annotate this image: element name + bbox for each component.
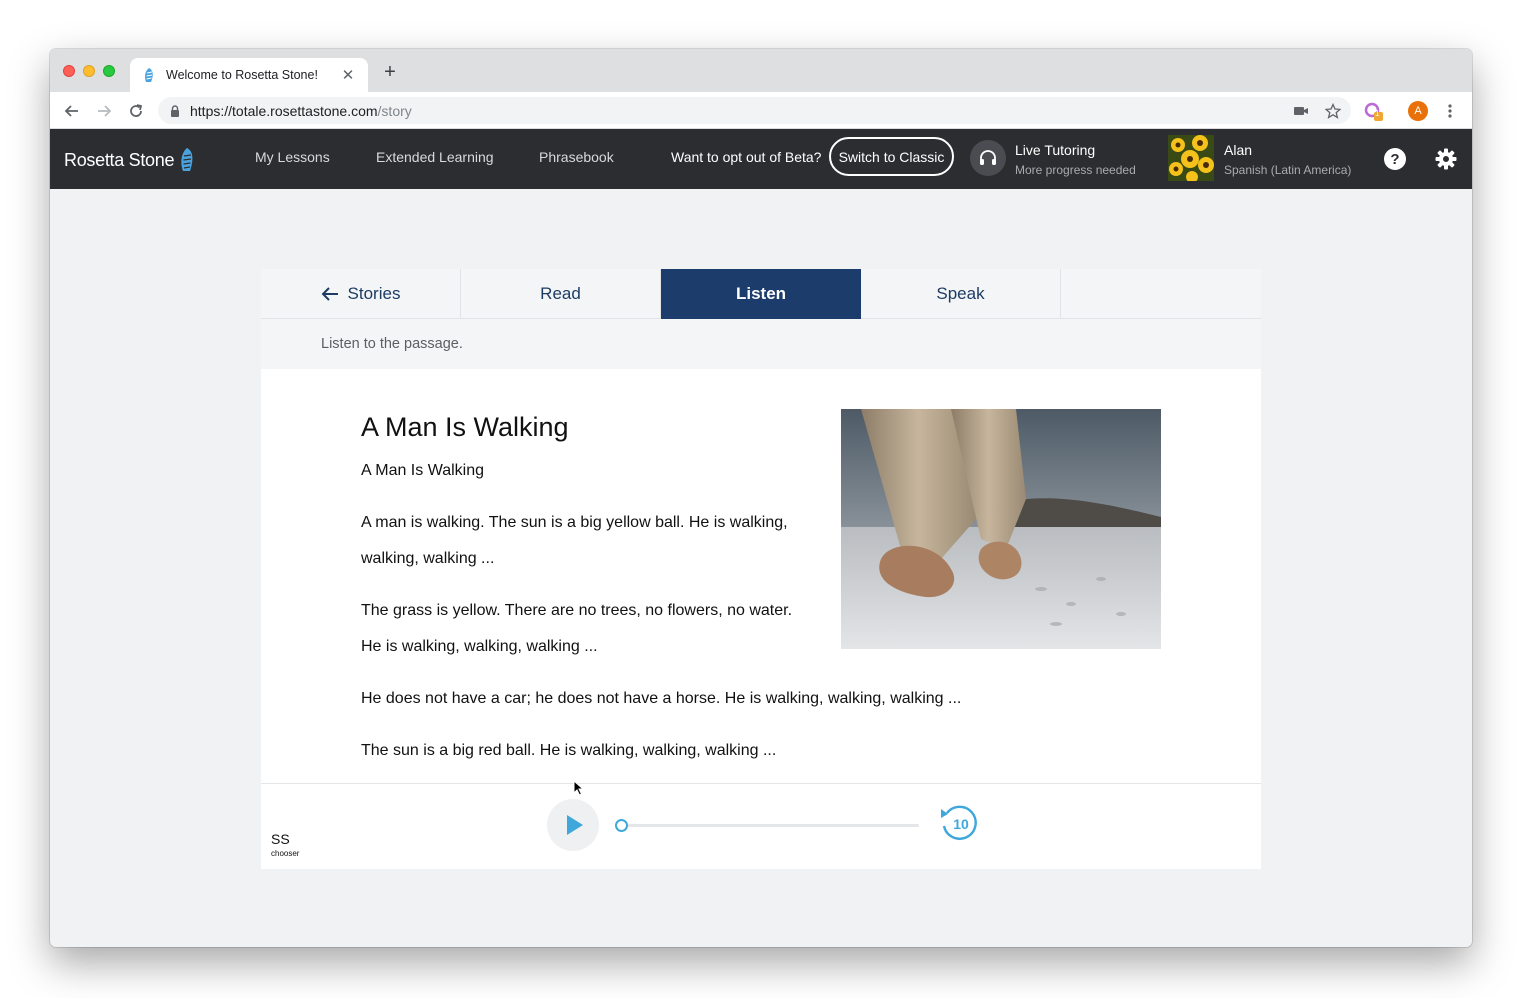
replay-10-button[interactable]: 10 — [938, 805, 978, 845]
browser-tab[interactable]: Welcome to Rosetta Stone! ✕ — [130, 58, 368, 92]
audio-player: SS chooser 10 — [261, 784, 1261, 869]
beta-opt-out-text: Want to opt out of Beta? — [671, 149, 822, 165]
instruction-text: Listen to the passage. — [321, 336, 463, 352]
user-avatar[interactable] — [1168, 135, 1214, 181]
ss-chooser-label[interactable]: SS — [271, 831, 290, 847]
audio-progress-knob[interactable] — [615, 819, 628, 832]
play-button[interactable] — [547, 799, 599, 851]
forward-icon[interactable] — [92, 99, 116, 123]
live-tutoring-label[interactable]: Live Tutoring — [1015, 142, 1095, 158]
browser-toolbar: https://totale.rosettastone.com/story 1 … — [50, 92, 1472, 129]
story-paragraph: The sun is a big red ball. He is walking… — [361, 742, 777, 759]
reload-icon[interactable] — [124, 99, 148, 123]
tab-listen[interactable]: Listen — [661, 269, 861, 319]
tab-stories[interactable]: Stories — [261, 269, 461, 319]
bookmark-star-icon[interactable] — [1321, 99, 1345, 123]
user-name: Alan — [1224, 142, 1253, 158]
browser-tab-strip: Welcome to Rosetta Stone! ✕ + — [50, 49, 1472, 92]
nav-my-lessons[interactable]: My Lessons — [255, 149, 330, 165]
story-card: Stories Read Listen Speak Listen to the … — [261, 269, 1261, 869]
story-paragraph: The grass is yellow. There are no trees,… — [361, 602, 793, 655]
new-tab-button[interactable]: + — [380, 62, 400, 82]
story-tabs: Stories Read Listen Speak — [261, 269, 1261, 319]
minimize-window-button[interactable] — [83, 65, 95, 77]
nav-extended-learning[interactable]: Extended Learning — [376, 149, 494, 165]
mouse-cursor-icon — [573, 780, 585, 796]
tab-close-icon[interactable]: ✕ — [340, 66, 356, 84]
browser-menu-icon[interactable] — [1438, 99, 1462, 123]
play-icon — [566, 814, 584, 836]
story-paragraph: A man is walking. The sun is a big yello… — [361, 514, 788, 567]
extension-icon[interactable]: 1 — [1361, 99, 1385, 123]
story-subtitle: A Man Is Walking — [361, 462, 485, 479]
story-paragraph: He does not have a car; he does not have… — [361, 690, 962, 707]
tutoring-status: More progress needed — [1015, 163, 1136, 177]
switch-to-classic-button[interactable]: Switch to Classic — [829, 137, 954, 176]
story-title: A Man Is Walking — [361, 412, 569, 442]
profile-avatar[interactable]: A — [1406, 99, 1430, 123]
close-window-button[interactable] — [63, 65, 75, 77]
browser-tab-title: Welcome to Rosetta Stone! — [166, 68, 318, 82]
address-bar[interactable]: https://totale.rosettastone.com/story — [158, 97, 1351, 124]
rosetta-favicon-icon — [142, 67, 156, 83]
camera-icon[interactable] — [1289, 99, 1313, 123]
story-illustration — [841, 409, 1161, 649]
rosetta-stone-logo[interactable]: Rosetta Stone — [64, 147, 196, 173]
lock-icon — [170, 104, 180, 117]
back-icon[interactable] — [60, 99, 84, 123]
extension-badge: 1 — [1375, 109, 1380, 118]
rosetta-logo-icon — [178, 147, 196, 173]
app-header: Rosetta Stone My Lessons Extended Learni… — [50, 129, 1472, 189]
headphones-icon[interactable] — [970, 140, 1006, 176]
browser-window: Welcome to Rosetta Stone! ✕ + https://to… — [50, 49, 1472, 947]
story-content: A Man Is Walking A Man Is Walking A man … — [261, 369, 1261, 784]
url-text: https://totale.rosettastone.com/story — [190, 102, 412, 119]
help-icon[interactable]: ? — [1384, 148, 1406, 170]
tab-read[interactable]: Read — [461, 269, 661, 319]
audio-progress-bar[interactable] — [615, 819, 919, 832]
gear-icon[interactable] — [1434, 147, 1458, 171]
nav-phrasebook[interactable]: Phrasebook — [539, 149, 614, 165]
tab-speak[interactable]: Speak — [861, 269, 1061, 319]
ss-chooser-sub: chooser — [271, 849, 300, 858]
maximize-window-button[interactable] — [103, 65, 115, 77]
user-language: Spanish (Latin America) — [1224, 163, 1352, 177]
instruction-bar: Listen to the passage. — [261, 319, 1261, 369]
arrow-left-icon — [321, 286, 339, 302]
